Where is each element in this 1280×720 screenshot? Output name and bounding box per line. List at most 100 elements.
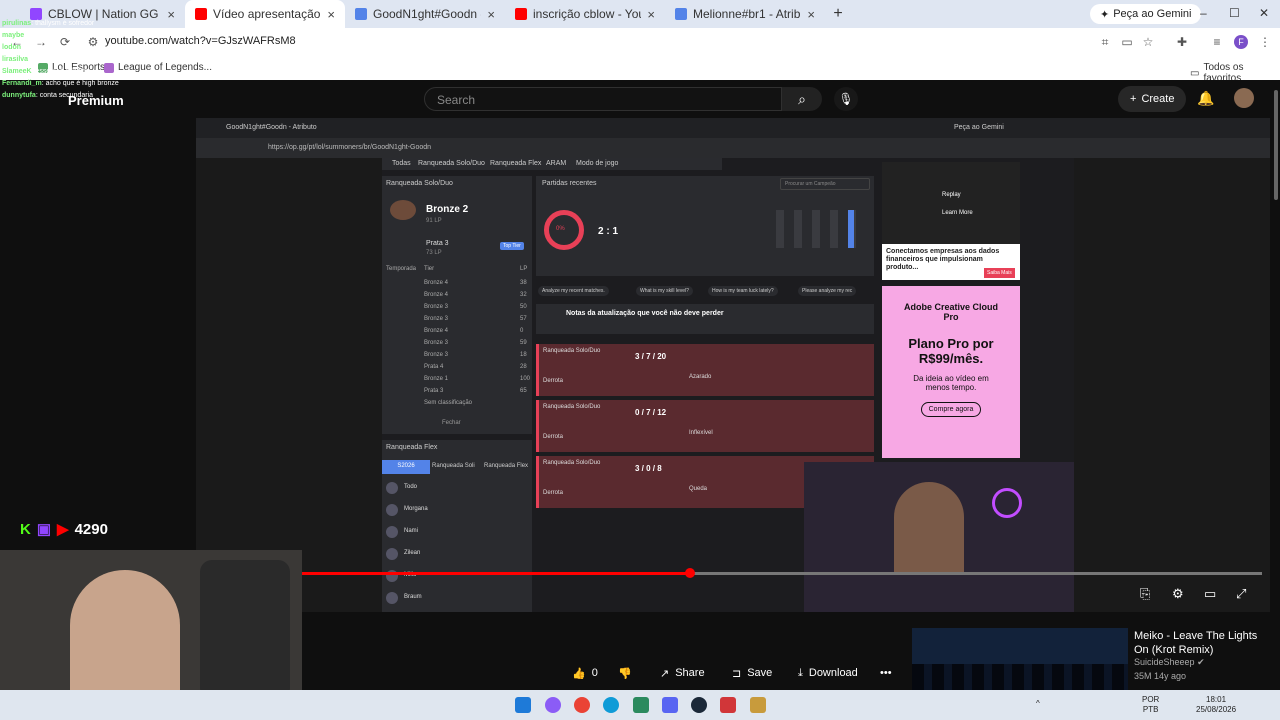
browser-tab-opgg-2[interactable]: Melionne#br1 - Atributos do in × (665, 0, 825, 28)
language-indicator[interactable]: POR PTB (1142, 695, 1159, 715)
season-tier: Bronze 4 (424, 328, 449, 334)
nav-item: Modo de jogo (576, 160, 619, 167)
chat-text: ele desmonta (24, 32, 67, 39)
ad2-button[interactable]: Compre agora (921, 402, 981, 417)
more-actions-button[interactable]: ••• (880, 660, 892, 686)
bookmark-icon: ⊐ (732, 667, 742, 680)
flex-tab[interactable]: Ranqueada Flex (484, 463, 528, 469)
settings-gear-icon[interactable]: ⚙ (1172, 586, 1184, 602)
league-icon[interactable] (750, 697, 766, 713)
chat-message: lirasilva: ele jogou mento é ruim pq n j… (2, 56, 151, 63)
match-row[interactable]: Ranqueada Solo/Duo Derrota 0 / 7 / 12 Infle… (536, 400, 874, 452)
ad-replay[interactable]: Replay (942, 192, 961, 198)
translate-icon[interactable]: ⌗ (1098, 35, 1112, 49)
champion-name: Zilean (404, 550, 421, 556)
recommended-title[interactable]: Meiko - Leave The Lights On (Krot Remix) (1134, 629, 1274, 657)
menu-icon[interactable]: ⋮ (1258, 35, 1272, 49)
share-button[interactable]: ↗ Share (660, 660, 705, 686)
patch-title: Notas da atualização que você não deve p… (566, 310, 724, 317)
chat-text: : acho que é high bronze (41, 80, 119, 87)
fullscreen-icon[interactable]: ⤢ (1236, 586, 1246, 602)
scrollbar-thumb[interactable] (1274, 90, 1278, 200)
captions-icon[interactable]: ⎘ (1140, 586, 1150, 602)
riot-icon[interactable] (720, 697, 736, 713)
cast-icon[interactable]: ▭ (1120, 35, 1134, 49)
bookmark-star-icon[interactable]: ☆ (1141, 35, 1155, 49)
recent-matches-panel: Partidas recentes Procurar um Campeão 0%… (536, 176, 874, 276)
tab-close-icon[interactable]: × (487, 7, 495, 22)
search-input[interactable]: Search (424, 87, 782, 111)
chat-username: pirulinas (2, 20, 32, 27)
video-progress-bar[interactable] (302, 568, 1262, 578)
chip[interactable]: How is my team luck lately? (708, 286, 778, 296)
start-icon[interactable] (515, 697, 531, 713)
new-tab-button[interactable]: + (825, 5, 851, 23)
ad-banner-finance[interactable]: Replay Learn More Conectamos empresas ao… (882, 162, 1020, 280)
minimize-button[interactable]: – (1200, 6, 1207, 20)
chip[interactable]: Please analyze my rec (798, 286, 857, 296)
dislike-button[interactable]: 👎 (618, 660, 632, 686)
chat-username: lirasilva (2, 56, 29, 63)
patch-notes-banner[interactable]: Notas da atualização que você não deve p… (536, 304, 874, 334)
close-seasons-button[interactable]: Fechar (442, 420, 461, 426)
steam-icon[interactable] (691, 697, 707, 713)
chip[interactable]: Analyze my recent matches. (538, 286, 609, 296)
tab-close-icon[interactable]: × (327, 7, 335, 22)
chat-text: : smurf (21, 44, 43, 51)
webcam2-light (992, 488, 1022, 518)
season-lp: 28 (520, 364, 527, 370)
discord-icon[interactable] (662, 697, 678, 713)
close-window-button[interactable]: ✕ (1259, 6, 1269, 20)
ad-learn-more[interactable]: Learn More (942, 210, 973, 216)
search-button[interactable]: ⌕ (782, 87, 822, 111)
maximize-button[interactable]: ☐ (1229, 6, 1240, 20)
notifications-bell-icon[interactable]: 🔔 (1197, 90, 1214, 107)
search-champion-input[interactable]: Procurar um Campeão (780, 178, 870, 190)
recommended-meta: 35M 14y ago (1134, 671, 1187, 681)
account-avatar[interactable] (1234, 88, 1254, 108)
chat-message: dunnytufa: conta secundaria (2, 92, 93, 99)
viewer-count: 4290 (74, 520, 108, 538)
ad2-offer: Plano Pro por R$99/mês. (908, 336, 994, 366)
channel-name: SuicideSheeep (1134, 657, 1195, 667)
save-label: Save (747, 667, 773, 679)
recommended-channel[interactable]: SuicideSheeep ✔ (1134, 657, 1205, 668)
tab-close-icon[interactable]: × (807, 7, 815, 22)
match-row[interactable]: Ranqueada Solo/Duo Derrota 3 / 7 / 20 Azara… (536, 344, 874, 396)
video-player[interactable]: GoodN1ght#Goodn - Atributo Peça ao Gemin… (196, 118, 1270, 612)
extensions-icon[interactable]: ✚ (1175, 35, 1189, 49)
chrome-icon[interactable] (574, 697, 590, 713)
chip[interactable]: What is my skill level? (636, 286, 693, 296)
browser-tab-opgg[interactable]: GoodN1ght#Goodn - Atributos × (345, 0, 505, 28)
flex-tab[interactable]: S2026 (382, 460, 430, 474)
browser-tab-youtube-2[interactable]: inscrição cblow - YouTube × (505, 0, 665, 28)
ad-cta-button[interactable]: Saiba Mais (984, 268, 1015, 278)
browser-tab-youtube-active[interactable]: Vídeo apresentação para in × (185, 0, 345, 28)
download-button[interactable]: ⤓ Download (798, 660, 858, 686)
opgg-tab-icon (355, 8, 367, 20)
clock[interactable]: 18:01 25/08/2026 (1196, 695, 1236, 715)
season-tier: Bronze 4 (424, 280, 449, 286)
match-mode: Ranqueada Solo/Duo (543, 460, 601, 466)
season-lp: 38 (520, 280, 527, 286)
media-icon[interactable]: ≡ (1210, 35, 1224, 49)
tier-header: Tier (424, 266, 435, 272)
progress-scrubber[interactable] (685, 568, 695, 578)
tab-close-icon[interactable]: × (647, 7, 655, 22)
save-button[interactable]: ⊐ Save (732, 660, 772, 686)
flex-tab[interactable]: Ranqueada Soli (432, 463, 475, 469)
recommended-thumbnail[interactable] (912, 628, 1128, 690)
copilot-icon[interactable] (545, 697, 561, 713)
theater-mode-icon[interactable]: ▭ (1204, 586, 1216, 602)
search-icon: ⌕ (798, 91, 806, 107)
voice-search-button[interactable]: 🎙 (834, 87, 858, 111)
page-scrollbar[interactable] (1272, 80, 1280, 690)
profile-avatar[interactable]: F (1234, 35, 1248, 49)
ad-banner-adobe[interactable]: Adobe Creative Cloud Pro Plano Pro por R… (882, 286, 1020, 458)
like-button[interactable]: 👍 0 (572, 660, 598, 686)
create-button[interactable]: + Create (1118, 86, 1187, 112)
gemini-button[interactable]: ✦ Peça ao Gemini (1090, 4, 1202, 24)
edge-icon[interactable] (603, 697, 619, 713)
app-icon[interactable] (633, 697, 649, 713)
tray-chevron-icon[interactable]: ^ (1036, 699, 1040, 709)
